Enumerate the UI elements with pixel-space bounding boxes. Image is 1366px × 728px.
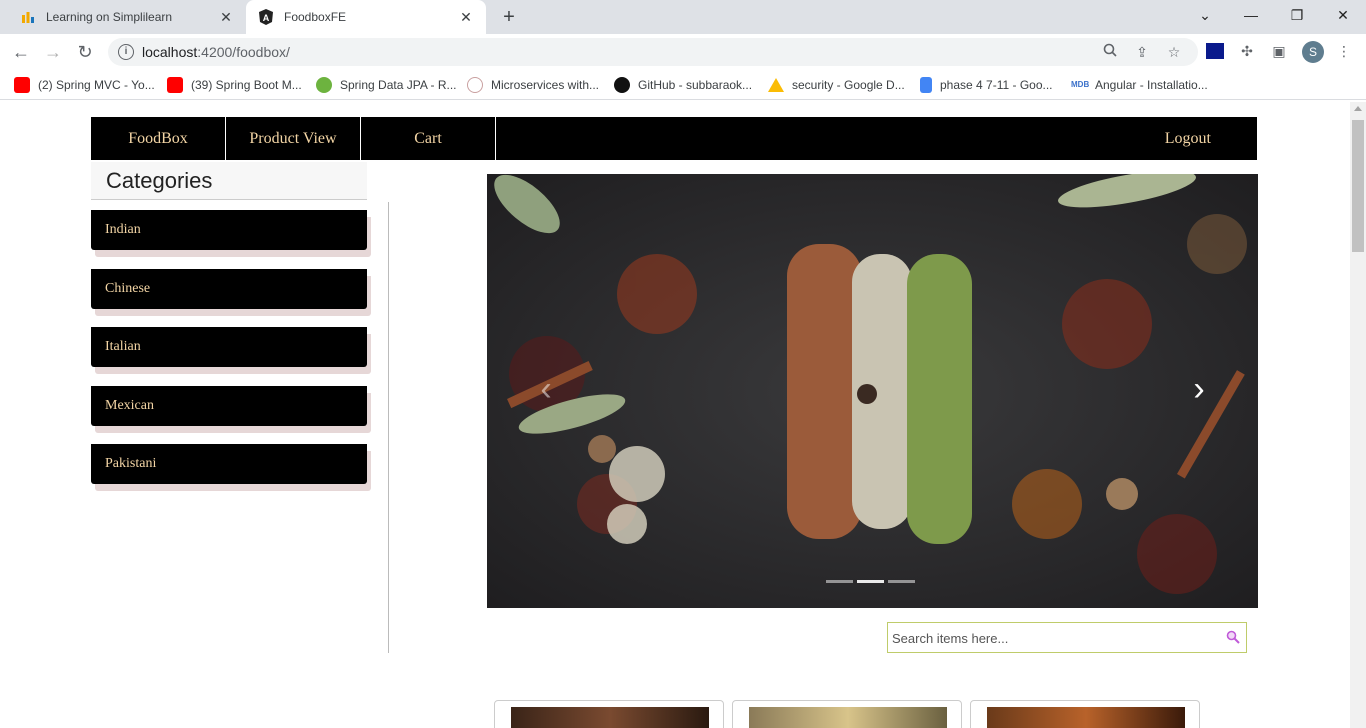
- url-path: :4200/foodbox/: [197, 44, 290, 60]
- bookmarks-bar: (2) Spring MVC - Yo... (39) Spring Boot …: [0, 70, 1366, 100]
- nav-foodbox[interactable]: FoodBox: [91, 117, 226, 160]
- carousel-indicator[interactable]: [826, 580, 853, 583]
- product-card[interactable]: [494, 700, 724, 728]
- close-tab-icon[interactable]: ✕: [458, 9, 474, 25]
- zoom-icon[interactable]: [1100, 42, 1120, 62]
- bookmark-label: Angular - Installatio...: [1095, 78, 1208, 92]
- tab-simplilearn[interactable]: Learning on Simplilearn ✕: [8, 0, 246, 34]
- bookmark-label: phase 4 7-11 - Goo...: [940, 78, 1053, 92]
- tab-title: Learning on Simplilearn: [46, 10, 173, 24]
- browser-toolbar: ← → ↻ i localhost:4200/foodbox/ ⇪ ☆ ✣ ▣ …: [0, 34, 1366, 70]
- youtube-icon: [14, 77, 30, 93]
- github-icon: [614, 77, 630, 93]
- url-text: localhost:4200/foodbox/: [142, 44, 290, 60]
- product-image: [987, 707, 1185, 728]
- simplilearn-icon: [20, 9, 36, 25]
- menu-kebab-icon[interactable]: ⋮: [1334, 41, 1354, 61]
- address-bar[interactable]: i localhost:4200/foodbox/ ⇪ ☆: [108, 38, 1198, 66]
- product-image: [511, 707, 709, 728]
- carousel-indicators: [826, 580, 915, 583]
- bookmark-item[interactable]: MDB Angular - Installatio...: [1071, 76, 1208, 94]
- bookmark-item[interactable]: Microservices with...: [467, 76, 599, 94]
- search-icon[interactable]: [1226, 630, 1240, 644]
- tab-title: FoodboxFE: [284, 10, 347, 24]
- bookmark-label: Spring Data JPA - R...: [340, 78, 457, 92]
- google-drive-icon: [768, 78, 784, 92]
- carousel-prev-icon[interactable]: ‹: [531, 372, 561, 406]
- app-navbar: FoodBox Product View Cart Logout: [91, 117, 1257, 160]
- nav-logout[interactable]: Logout: [1165, 117, 1211, 160]
- scroll-up-icon[interactable]: [1354, 106, 1362, 111]
- nav-cart[interactable]: Cart: [361, 117, 496, 160]
- mdb-icon: MDB: [1071, 80, 1090, 89]
- image-carousel: ‹ ›: [487, 174, 1258, 608]
- restore-icon[interactable]: ❐: [1274, 0, 1320, 30]
- bookmark-label: GitHub - subbaraok...: [638, 78, 753, 92]
- angular-icon: A: [258, 9, 274, 25]
- profile-avatar[interactable]: S: [1302, 41, 1324, 63]
- sidebar-divider: [388, 202, 389, 653]
- category-mexican[interactable]: Mexican: [91, 386, 367, 426]
- youtube-icon: [167, 77, 183, 93]
- product-card[interactable]: [732, 700, 962, 728]
- url-host: localhost: [142, 44, 198, 60]
- microservices-icon: [467, 77, 483, 93]
- bookmark-item[interactable]: GitHub - subbaraok...: [614, 76, 752, 94]
- category-chinese[interactable]: Chinese: [91, 269, 367, 309]
- page-viewport: FoodBox Product View Cart Logout Categor…: [0, 102, 1350, 728]
- share-icon[interactable]: ⇪: [1132, 42, 1152, 62]
- site-info-icon[interactable]: i: [118, 44, 134, 60]
- categories-title: Categories: [106, 168, 213, 193]
- bookmark-star-icon[interactable]: ☆: [1164, 42, 1184, 62]
- category-indian[interactable]: Indian: [91, 210, 367, 250]
- search-box: [887, 622, 1247, 653]
- back-icon[interactable]: ←: [9, 40, 33, 64]
- google-docs-icon: [920, 77, 932, 93]
- new-tab-button[interactable]: +: [498, 6, 520, 28]
- spring-icon: [316, 77, 332, 93]
- product-image: [749, 707, 947, 728]
- extensions-puzzle-icon[interactable]: ✣: [1237, 41, 1257, 61]
- extension-chart-icon[interactable]: [1206, 43, 1224, 59]
- product-card[interactable]: [970, 700, 1200, 728]
- svg-text:A: A: [263, 13, 270, 23]
- bookmark-item[interactable]: (39) Spring Boot M...: [167, 76, 302, 94]
- tab-strip: Learning on Simplilearn ✕ A FoodboxFE ✕ …: [0, 0, 1366, 34]
- close-window-icon[interactable]: ✕: [1320, 0, 1366, 30]
- category-italian[interactable]: Italian: [91, 327, 367, 367]
- bookmark-label: security - Google D...: [792, 78, 905, 92]
- bookmark-item[interactable]: security - Google D...: [768, 76, 905, 94]
- bookmark-label: (39) Spring Boot M...: [191, 78, 302, 92]
- carousel-next-icon[interactable]: ›: [1184, 372, 1214, 406]
- nav-product-view[interactable]: Product View: [226, 117, 361, 160]
- carousel-indicator[interactable]: [888, 580, 915, 583]
- bookmark-label: Microservices with...: [491, 78, 600, 92]
- side-panel-icon[interactable]: ▣: [1269, 41, 1289, 61]
- bookmark-item[interactable]: (2) Spring MVC - Yo...: [14, 76, 155, 94]
- spices-slide-image: [487, 174, 1258, 608]
- search-input[interactable]: [892, 627, 1222, 649]
- categories-header: Categories: [91, 162, 367, 200]
- reload-icon[interactable]: ↻: [73, 40, 97, 64]
- forward-icon[interactable]: →: [41, 40, 65, 64]
- minimize-icon[interactable]: —: [1228, 0, 1274, 30]
- tab-foodboxfe[interactable]: A FoodboxFE ✕: [246, 0, 486, 34]
- page-scrollbar[interactable]: [1350, 102, 1366, 728]
- carousel-indicator-active[interactable]: [857, 580, 884, 583]
- bookmark-label: (2) Spring MVC - Yo...: [38, 78, 155, 92]
- close-tab-icon[interactable]: ✕: [218, 9, 234, 25]
- category-pakistani[interactable]: Pakistani: [91, 444, 367, 484]
- bookmark-item[interactable]: Spring Data JPA - R...: [316, 76, 457, 94]
- tab-search-icon[interactable]: ⌄: [1182, 0, 1228, 30]
- scrollbar-thumb[interactable]: [1352, 120, 1364, 252]
- bookmark-item[interactable]: phase 4 7-11 - Goo...: [920, 76, 1053, 94]
